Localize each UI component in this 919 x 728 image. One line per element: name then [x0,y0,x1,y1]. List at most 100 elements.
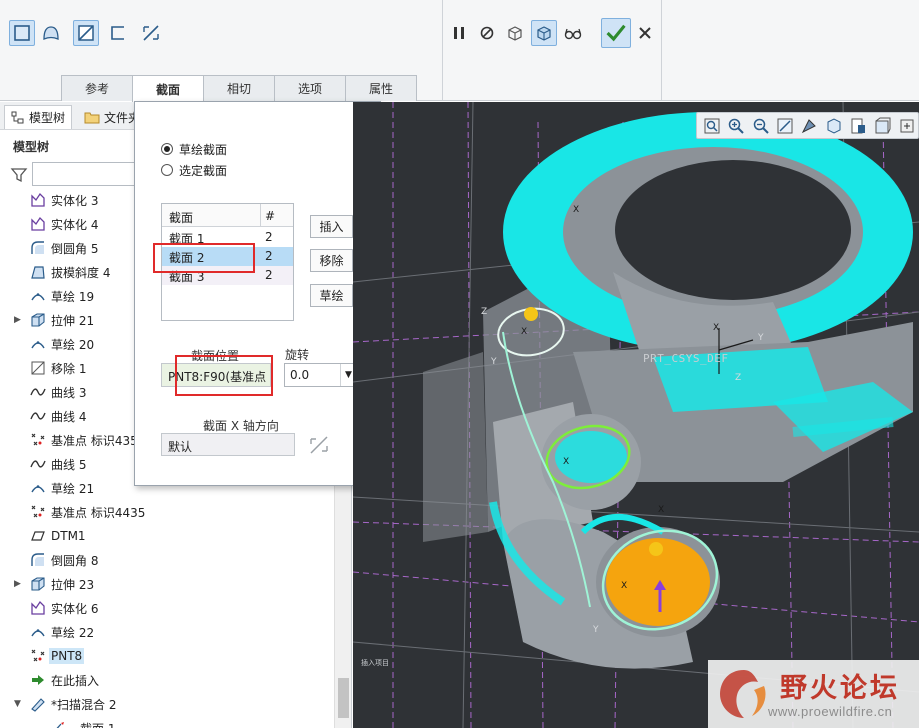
tree-item-label: 截面 1 [80,720,115,728]
ok-check-icon[interactable] [601,18,631,48]
perspective-icon[interactable] [872,115,893,137]
ribbon-separator [661,0,662,100]
verify-icon[interactable] [531,20,557,46]
tab-model-tree[interactable]: 模型树 [4,105,73,129]
insert-here-icon [29,671,47,689]
svg-text:X: X [713,323,719,333]
insert-button[interactable]: 插入 [310,215,353,238]
model-tree-icon [11,111,24,123]
cancel-x-icon[interactable] [632,20,658,46]
extrude-icon [29,575,47,593]
datum-point-icon [29,431,47,449]
tree-item[interactable]: 基准点 标识4435 [0,500,334,524]
pause-icon[interactable] [446,20,472,46]
expand-arrow-icon[interactable]: ▶ [14,579,24,589]
tree-item-label: 草绘 21 [51,481,95,496]
watermark-url: www.proewildfire.cn [768,704,893,719]
highlight-box [175,355,273,396]
tree-item[interactable]: 在此插入 [0,668,334,692]
scrollbar-thumb[interactable] [338,678,349,718]
tree-item-label: 拉伸 23 [51,577,95,592]
sketch-icon [29,479,47,497]
tab-options[interactable]: 选项 [274,75,346,101]
zoom-in-icon[interactable] [725,115,746,137]
remove-material-icon[interactable] [73,20,99,46]
remove-button[interactable]: 移除 [310,249,353,272]
tree-item-label: 草绘 19 [51,289,95,304]
rotation-label: 旋转 [285,348,310,362]
tree-item[interactable]: 截面 1 [0,716,334,728]
view-manager-icon[interactable] [848,115,869,137]
tree-item[interactable]: PNT8 [0,644,334,668]
tree-item-label: 草绘 22 [51,625,95,640]
draft-icon [29,263,47,281]
no-preview-icon[interactable] [474,20,500,46]
tab-references[interactable]: 参考 [61,75,133,101]
solidify-icon [29,191,47,209]
rotation-value: 0.0 [290,368,310,382]
sections-panel: 草绘截面 选定截面 截面 # 截面 1 2 截面 2 2 截面 3 2 插入 移… [134,101,381,486]
radio-button[interactable] [161,164,173,176]
display-style-icon[interactable] [799,115,820,137]
ribbon-separator [442,0,443,100]
selected-sections-option[interactable]: 选定截面 [161,161,227,179]
sketch-button[interactable]: 草绘 [310,284,353,307]
sketched-sections-option[interactable]: 草绘截面 [161,140,227,158]
datum-plane-icon [29,527,47,545]
svg-text:Y: Y [490,357,497,367]
svg-text:Y: Y [757,333,764,343]
rotation-select[interactable]: 0.0 ▼ [284,363,357,387]
saved-views-icon[interactable] [823,115,844,137]
tree-item-label: 基准点 标识435 [51,433,138,448]
tree-item[interactable]: DTM1 [0,524,334,548]
repaint-icon[interactable] [774,115,795,137]
expand-arrow-icon[interactable]: ▼ [14,699,24,709]
tree-item-label: 草绘 20 [51,337,95,352]
tab-tangency[interactable]: 相切 [203,75,275,101]
zoom-out-icon[interactable] [750,115,771,137]
tab-sections[interactable]: 截面 [132,75,204,102]
tree-item-label: 拔模斜度 4 [51,265,111,280]
datum-display-icon[interactable] [897,115,918,137]
section-x-direction-field[interactable]: 默认 [161,433,295,456]
tree-item[interactable]: ▼ *扫描混合 2 [0,692,334,716]
filter-icon[interactable] [10,166,28,184]
svg-text:Y: Y [592,625,599,635]
forum-logo-icon [720,670,766,718]
flip-direction-icon[interactable] [308,434,330,456]
curve-icon [29,455,47,473]
watermark-text: 野火论坛 [780,673,900,704]
expand-arrow-icon[interactable]: ▶ [14,315,24,325]
tree-item-label: 曲线 3 [51,385,87,400]
tree-item[interactable]: 倒圆角 8 [0,548,334,572]
glasses-icon[interactable] [560,20,586,46]
thicken-icon[interactable] [105,20,131,46]
selected-sections-label: 选定截面 [179,163,228,178]
sketch-icon [29,287,47,305]
tree-item[interactable]: 实体化 6 [0,596,334,620]
tree-item-label: 倒圆角 5 [51,241,99,256]
tree-item[interactable]: 草绘 22 [0,620,334,644]
tab-properties[interactable]: 属性 [345,75,417,101]
surface-icon[interactable] [38,20,64,46]
tree-item[interactable]: ▶ 拉伸 23 [0,572,334,596]
graphics-toolbar [696,112,919,139]
model-3d-view[interactable]: X X X X X X Z Y Y Y Z 插入项目 [353,102,919,728]
graphics-window[interactable]: X X X X X X Z Y Y Y Z 插入项目 PRT_CSYS_DEF [353,102,919,728]
extrude-icon [29,311,47,329]
svg-text:Z: Z [735,373,741,383]
tree-item-label: 实体化 3 [51,193,99,208]
sketched-sections-label: 草绘截面 [179,142,228,157]
section-x-direction-label: 截面 X 轴方向 [203,419,279,433]
tree-item-label: 实体化 4 [51,217,99,232]
tree-item-label: PNT8 [49,648,85,664]
tree-item-label: 拉伸 21 [51,313,95,328]
solid-icon[interactable] [9,20,35,46]
exchange-icon[interactable] [138,20,164,46]
check-geometry-icon[interactable] [502,20,528,46]
radio-button[interactable] [161,143,173,155]
tab-model-tree-label: 模型树 [29,111,66,125]
refit-icon[interactable] [701,115,722,137]
round-icon [29,551,47,569]
coordinate-system-label: PRT_CSYS_DEF [643,352,729,365]
